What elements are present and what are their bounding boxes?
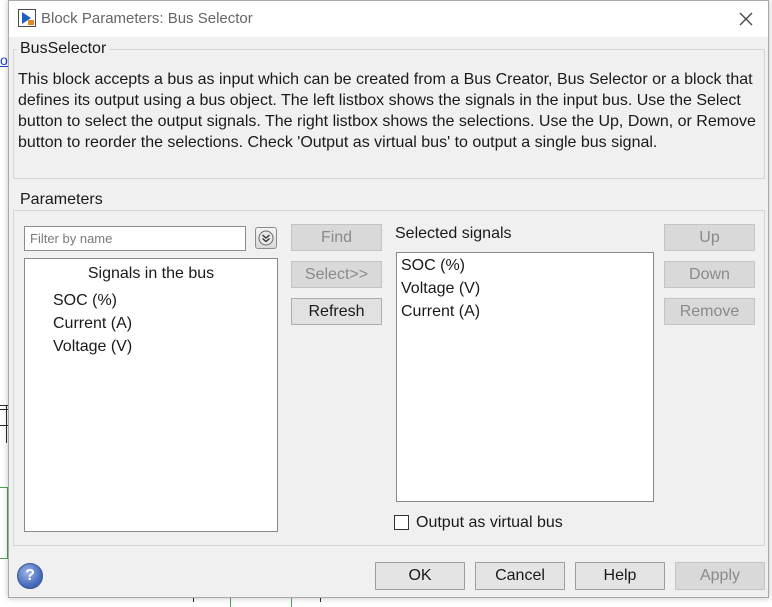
help-icon[interactable]: ? — [17, 563, 43, 589]
select-button[interactable]: Select>> — [291, 261, 382, 288]
list-item[interactable]: SOC (%) — [53, 292, 117, 310]
up-button[interactable]: Up — [664, 224, 755, 251]
close-button[interactable] — [732, 5, 760, 33]
block-parameters-dialog: Block Parameters: Bus Selector BusSelect… — [8, 0, 769, 598]
filter-input[interactable] — [24, 226, 246, 251]
parameters-group-label: Parameters — [17, 191, 106, 209]
ok-button[interactable]: OK — [375, 562, 465, 590]
list-item[interactable]: Current (A) — [401, 303, 480, 321]
block-description-text: This block accepts a bus as input which … — [18, 71, 756, 151]
signals-list-header: Signals in the bus — [87, 265, 215, 282]
filter-options-button[interactable] — [255, 227, 277, 249]
canvas-block-fragment — [0, 487, 8, 559]
output-virtual-bus-checkbox[interactable] — [394, 515, 409, 530]
close-icon — [739, 12, 753, 26]
chevron-double-down-icon — [258, 230, 274, 246]
list-item[interactable]: Voltage (V) — [401, 280, 480, 298]
window-title: Block Parameters: Bus Selector — [41, 10, 253, 27]
help-button[interactable]: Help — [575, 562, 665, 590]
list-item[interactable]: Current (A) — [53, 315, 132, 333]
list-item[interactable]: SOC (%) — [401, 257, 465, 275]
find-button[interactable]: Find — [291, 224, 382, 251]
down-button[interactable]: Down — [664, 261, 755, 288]
block-group-label: BusSelector — [17, 40, 110, 58]
title-bar[interactable]: Block Parameters: Bus Selector — [9, 1, 768, 37]
apply-button[interactable]: Apply — [675, 562, 765, 590]
selected-signals-list[interactable]: SOC (%) Voltage (V) Current (A) — [396, 252, 654, 502]
remove-button[interactable]: Remove — [664, 298, 755, 325]
refresh-button[interactable]: Refresh — [291, 298, 382, 325]
cancel-button[interactable]: Cancel — [475, 562, 565, 590]
simulink-block-icon — [18, 9, 36, 27]
selected-signals-label: Selected signals — [395, 225, 512, 242]
signals-in-bus-list[interactable]: Signals in the bus SOC (%) Current (A) V… — [24, 258, 278, 532]
list-item[interactable]: Voltage (V) — [53, 338, 132, 356]
canvas-wire — [6, 405, 7, 443]
output-virtual-bus-label[interactable]: Output as virtual bus — [416, 514, 563, 532]
canvas-link-fragment: o — [0, 52, 8, 68]
